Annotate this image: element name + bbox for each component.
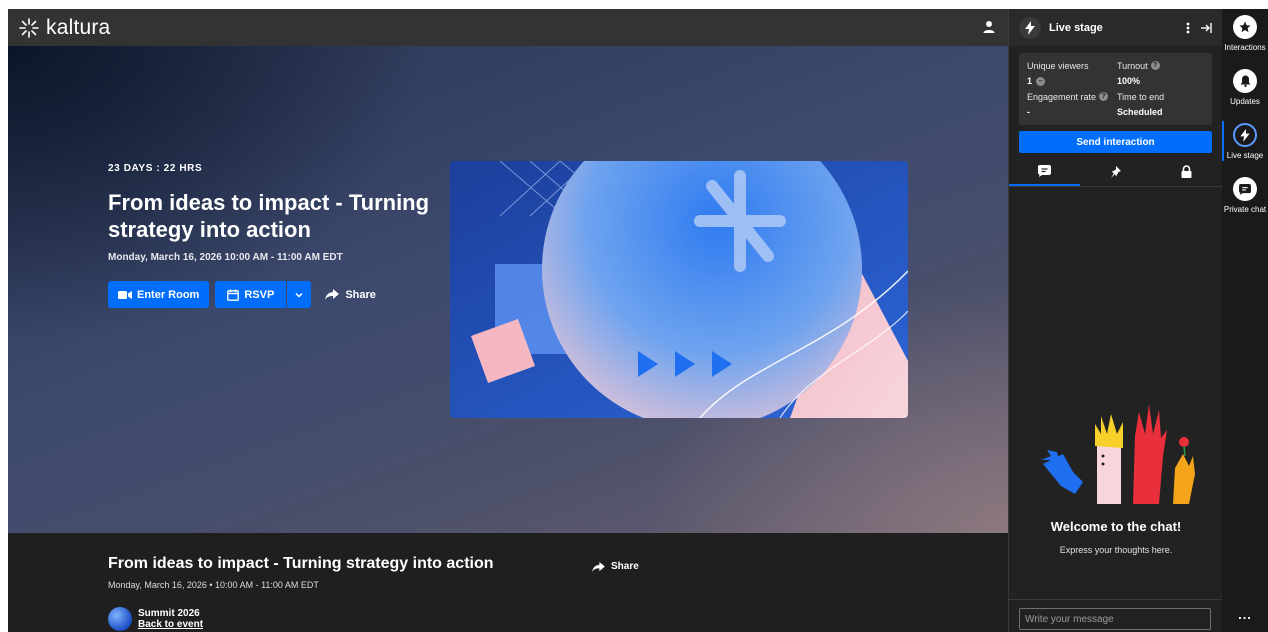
time-to-end-label: Time to end bbox=[1117, 91, 1165, 102]
countdown-timer: 23 DAYS : 22 HRS bbox=[108, 163, 203, 174]
rail-label-updates: Updates bbox=[1230, 97, 1260, 106]
tab-chat[interactable] bbox=[1009, 157, 1080, 186]
rail-item-interactions[interactable]: Interactions bbox=[1222, 15, 1268, 52]
time-to-end-value: Scheduled bbox=[1117, 107, 1163, 118]
chat-message-input[interactable] bbox=[1019, 608, 1211, 630]
collapse-panel-icon[interactable] bbox=[1200, 22, 1212, 34]
turnout-label: Turnout bbox=[1117, 60, 1148, 71]
video-camera-icon bbox=[118, 290, 132, 299]
chat-composer bbox=[1009, 599, 1223, 632]
rail-label-interactions: Interactions bbox=[1224, 43, 1266, 52]
rsvp-dropdown-button[interactable] bbox=[287, 281, 312, 308]
help-icon[interactable]: ? bbox=[1099, 92, 1109, 102]
panel-header: Live stage bbox=[1009, 9, 1222, 46]
event-share-label: Share bbox=[611, 561, 639, 572]
rsvp-label: RSVP bbox=[244, 288, 275, 301]
kaltura-logo-icon bbox=[19, 17, 39, 38]
back-to-event-link[interactable]: Back to event bbox=[138, 619, 203, 630]
rail-item-updates[interactable]: Updates bbox=[1222, 69, 1268, 106]
event-share-button[interactable]: Share bbox=[592, 561, 639, 572]
pin-icon bbox=[1110, 165, 1121, 178]
rail-item-private-chat[interactable]: Private chat bbox=[1222, 177, 1268, 214]
event-hero: 23 DAYS : 22 HRS From ideas to impact - … bbox=[8, 46, 1008, 533]
bell-icon bbox=[1233, 69, 1257, 93]
turnout-value: 100% bbox=[1117, 76, 1141, 87]
panel-title: Live stage bbox=[1049, 21, 1103, 34]
panel-tabs bbox=[1009, 157, 1222, 187]
event-banner-image bbox=[450, 161, 908, 418]
rail-label-live-stage: Live stage bbox=[1226, 151, 1264, 160]
kaltura-logo[interactable]: kaltura bbox=[18, 16, 110, 40]
engagement-value: - bbox=[1027, 107, 1030, 118]
logo-text: kaltura bbox=[46, 15, 111, 39]
top-header: kaltura bbox=[8, 9, 1008, 46]
enter-room-button[interactable]: Enter Room bbox=[108, 281, 210, 308]
side-rail: Interactions Updates Live stage Private … bbox=[1222, 9, 1268, 632]
tab-moderation[interactable] bbox=[1151, 157, 1222, 186]
rsvp-split-button: RSVP bbox=[215, 281, 312, 308]
bolt-icon bbox=[1019, 16, 1041, 39]
event-datetime: Monday, March 16, 2026 • 10:00 AM - 11:0… bbox=[108, 580, 319, 590]
hero-share-button[interactable]: Share bbox=[325, 289, 376, 301]
unique-viewers-value-wrap: 1 – bbox=[1027, 75, 1117, 89]
chevron-down-icon bbox=[295, 292, 303, 298]
engagement-label: Engagement rate bbox=[1027, 91, 1097, 102]
event-title: From ideas to impact - Turning strategy … bbox=[108, 555, 494, 572]
hero-actions: Enter Room RSVP Share bbox=[108, 281, 376, 308]
unique-viewers-label: Unique viewers bbox=[1027, 60, 1089, 71]
organizer-avatar bbox=[108, 607, 132, 631]
stats-card: Unique viewers Turnout ? 1 – 100% Engage… bbox=[1019, 53, 1212, 125]
turnout-label-wrap: Turnout ? bbox=[1117, 59, 1204, 73]
kebab-menu-icon[interactable] bbox=[1186, 22, 1190, 34]
user-icon[interactable] bbox=[982, 20, 996, 34]
live-stage-panel: Live stage Unique viewers Turnout ? 1 – … bbox=[1008, 9, 1223, 632]
unique-viewers-value: 1 bbox=[1027, 76, 1033, 87]
help-icon[interactable]: ? bbox=[1150, 61, 1160, 71]
rail-item-live-stage[interactable]: Live stage bbox=[1222, 121, 1268, 161]
tab-pinned[interactable] bbox=[1080, 157, 1151, 186]
chat-welcome-subtitle: Express your thoughts here. bbox=[1059, 545, 1173, 555]
star-icon bbox=[1233, 15, 1257, 39]
rail-label-private-chat: Private chat bbox=[1223, 205, 1267, 214]
app-window: kaltura 23 DAYS : 22 HRS From ideas to i… bbox=[8, 9, 1268, 632]
engagement-label-wrap: Engagement rate ? bbox=[1027, 90, 1117, 104]
share-arrow-icon bbox=[592, 561, 605, 572]
more-options-icon[interactable]: ... bbox=[1222, 607, 1268, 622]
organizer-name: Summit 2026 bbox=[138, 608, 200, 619]
chat-welcome-title: Welcome to the chat! bbox=[1050, 519, 1182, 534]
chat-icon bbox=[1233, 177, 1257, 201]
enter-room-label: Enter Room bbox=[137, 288, 200, 301]
bolt-icon bbox=[1233, 123, 1257, 147]
hero-event-datetime: Monday, March 16, 2026 10:00 AM - 11:00 … bbox=[108, 252, 343, 263]
chat-bubble-icon bbox=[1038, 164, 1051, 177]
calendar-icon bbox=[227, 289, 240, 301]
hero-share-label: Share bbox=[345, 288, 376, 301]
organizer: Summit 2026 Back to event bbox=[108, 607, 203, 631]
hero-event-title: From ideas to impact - Turning strategy … bbox=[108, 190, 430, 242]
raised-hands-illustration bbox=[1041, 404, 1195, 504]
minus-circle-icon[interactable]: – bbox=[1036, 76, 1046, 86]
share-arrow-icon bbox=[325, 289, 340, 300]
lock-icon bbox=[1181, 165, 1192, 178]
rsvp-button[interactable]: RSVP bbox=[215, 281, 287, 308]
send-interaction-button[interactable]: Send interaction bbox=[1019, 131, 1212, 153]
